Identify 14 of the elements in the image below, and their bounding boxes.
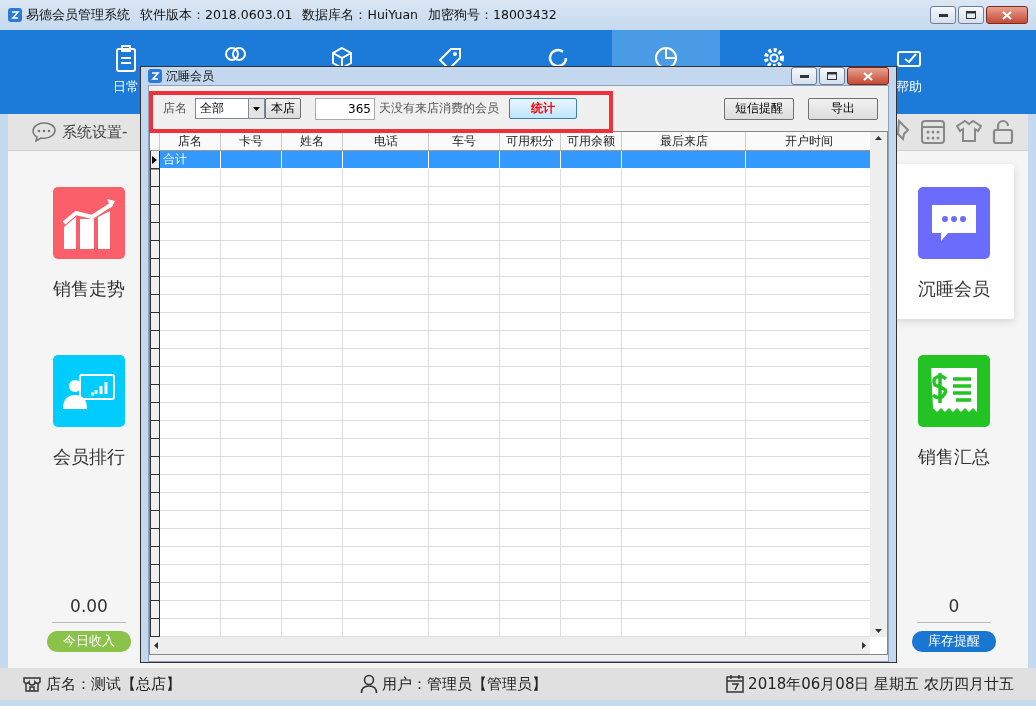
date-text: 2018年06月08日 星期五 农历四月廿五 bbox=[748, 674, 1014, 694]
stat-value: 0 bbox=[917, 596, 991, 623]
window-title: 数据库名：HuiYuan bbox=[302, 6, 418, 24]
dialog-title: 沉睡会员 bbox=[166, 67, 214, 85]
user-name: 用户：管理员【管理员】 bbox=[382, 674, 548, 694]
window-title: 易德会员管理系统 bbox=[26, 6, 130, 24]
store-label: 店名 bbox=[163, 100, 187, 117]
store-name: 店名：测试【总店】 bbox=[46, 674, 181, 694]
breadcrumb: 系统设置- bbox=[62, 122, 128, 142]
window-title: 软件版本：2018.0603.01 bbox=[140, 6, 293, 24]
table-cell: 合计 bbox=[160, 151, 221, 169]
stat-value: 0.00 bbox=[52, 596, 126, 623]
window-title: 加密狗号：18003432 bbox=[428, 6, 557, 24]
days-label: 天没有来店消费的会员 bbox=[379, 100, 499, 117]
